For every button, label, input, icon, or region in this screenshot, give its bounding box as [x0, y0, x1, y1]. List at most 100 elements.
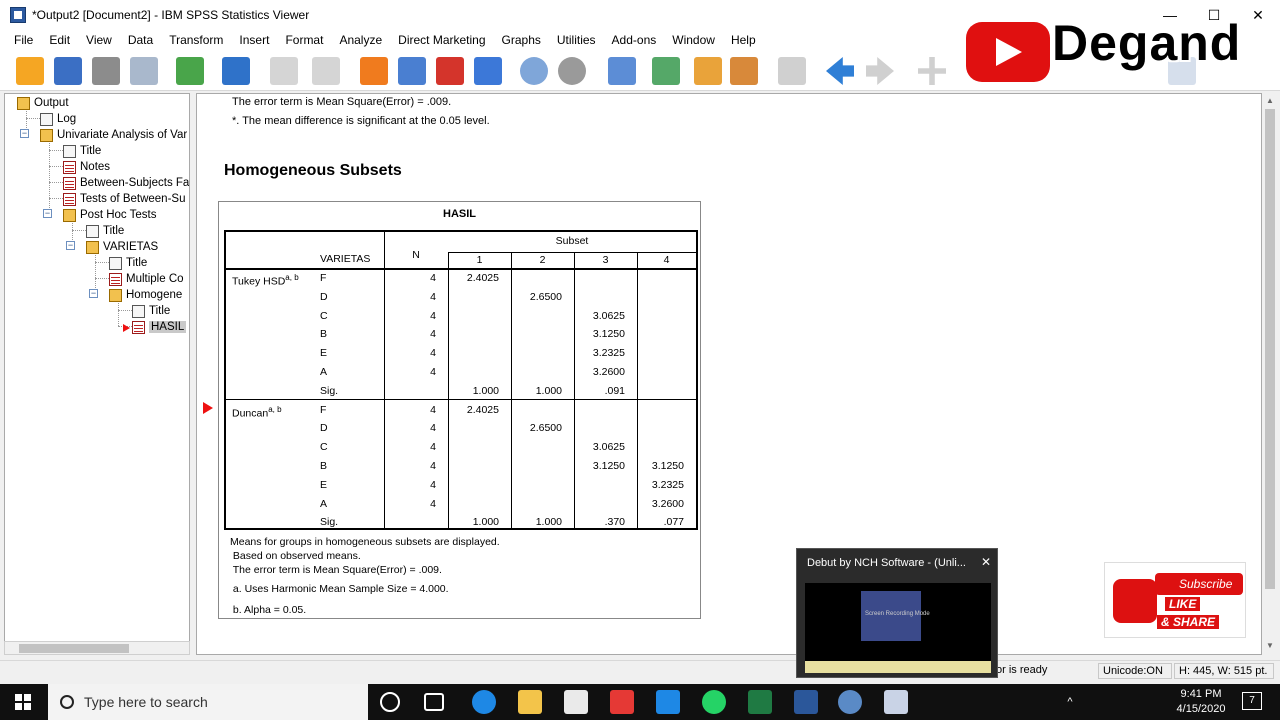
- variables-icon[interactable]: [474, 57, 502, 85]
- export-icon[interactable]: [176, 57, 204, 85]
- outline-node-post-hoc[interactable]: Post Hoc Tests: [63, 207, 157, 223]
- outline-node-title[interactable]: Title: [132, 303, 170, 319]
- preview-thumbnail[interactable]: Screen Recording Mode: [805, 583, 991, 673]
- subset-value: 1.000: [535, 516, 562, 529]
- cortana-icon[interactable]: [380, 692, 400, 712]
- menu-analyze[interactable]: Analyze: [331, 30, 390, 51]
- menu-insert[interactable]: Insert: [231, 30, 277, 51]
- menu-direct-marketing[interactable]: Direct Marketing: [390, 30, 493, 51]
- redo-icon[interactable]: [312, 57, 340, 85]
- print-icon[interactable]: [92, 57, 120, 85]
- spss-taskbar-icon[interactable]: [838, 690, 862, 714]
- value-labels-icon[interactable]: [694, 57, 722, 85]
- network-icon[interactable]: [1106, 684, 1122, 720]
- preview-close-button[interactable]: ✕: [981, 555, 991, 569]
- outline-node-varietas[interactable]: VARIETAS: [86, 239, 158, 255]
- menu-transform[interactable]: Transform: [161, 30, 231, 51]
- debut-taskbar-icon[interactable]: [884, 690, 908, 714]
- subset-value: 1.000: [472, 384, 499, 397]
- pivot-table-hasil[interactable]: HASIL VARIETAS N Subset 1 2 3 4 Tukey HSDa, bF4…: [218, 201, 701, 619]
- menu-window[interactable]: Window: [664, 30, 723, 51]
- subset-value: 1.000: [535, 384, 562, 397]
- notifications-icon[interactable]: 7: [1242, 692, 1262, 710]
- level-label: C: [320, 441, 328, 454]
- debut-taskbar-preview[interactable]: Debut by NCH Software - (Unli... ✕ Scree…: [796, 548, 998, 678]
- outline-node-between-subjects[interactable]: Between-Subjects Fa: [63, 175, 189, 191]
- volume-icon[interactable]: [1128, 684, 1144, 720]
- print-preview-icon[interactable]: [130, 57, 158, 85]
- open-icon[interactable]: [16, 57, 44, 85]
- collapse-toggle[interactable]: −: [66, 241, 75, 250]
- select-cases-icon[interactable]: [558, 57, 586, 85]
- menu-utilities[interactable]: Utilities: [549, 30, 604, 51]
- viewer-vertical-scrollbar[interactable]: ▲ ▼: [1262, 93, 1278, 655]
- group-label: Tukey HSDa, b: [232, 271, 312, 289]
- n-value: 4: [430, 272, 436, 284]
- outline-node-notes[interactable]: Notes: [63, 159, 110, 175]
- outline-node-tests-between[interactable]: Tests of Between-Su: [63, 191, 185, 207]
- undo-icon[interactable]: [270, 57, 298, 85]
- forward-icon[interactable]: [866, 57, 894, 85]
- goto-data-icon[interactable]: [360, 57, 388, 85]
- outline-node-title[interactable]: Title: [86, 223, 124, 239]
- outline-node-title[interactable]: Title: [109, 255, 147, 271]
- menu-view[interactable]: View: [78, 30, 120, 51]
- outline-node-hasil[interactable]: HASIL: [132, 319, 187, 335]
- tray-overflow-icon[interactable]: ^: [1060, 684, 1080, 720]
- save-icon[interactable]: [54, 57, 82, 85]
- outline-node-log[interactable]: Log: [40, 111, 76, 127]
- level-label: E: [320, 478, 328, 491]
- subscribe-label: Subscribe: [1155, 573, 1243, 595]
- store-icon[interactable]: [564, 690, 588, 714]
- gift-icon[interactable]: [610, 690, 634, 714]
- menu-edit[interactable]: Edit: [41, 30, 78, 51]
- weight-icon[interactable]: [608, 57, 636, 85]
- menu-file[interactable]: File: [6, 30, 41, 51]
- start-button[interactable]: [0, 684, 46, 720]
- scroll-thumb[interactable]: [1265, 109, 1275, 589]
- collapse-toggle[interactable]: −: [89, 289, 98, 298]
- outline-pane[interactable]: − − − − Output Log Univariate Analysis o…: [4, 93, 190, 655]
- file-explorer-icon[interactable]: [518, 690, 542, 714]
- collapse-toggle[interactable]: −: [43, 209, 52, 218]
- collapse-toggle[interactable]: −: [20, 129, 29, 138]
- use-sets-icon[interactable]: [730, 57, 758, 85]
- edge-icon[interactable]: [472, 690, 496, 714]
- menu-add-ons[interactable]: Add-ons: [604, 30, 665, 51]
- menu-data[interactable]: Data: [120, 30, 161, 51]
- menu-format[interactable]: Format: [277, 30, 331, 51]
- output-viewer[interactable]: The error term is Mean Square(Error) = .…: [196, 93, 1262, 655]
- n-value: 4: [430, 309, 436, 322]
- outline-node-title[interactable]: Title: [63, 143, 101, 159]
- outline-node-multiple-comparisons[interactable]: Multiple Co: [109, 271, 184, 287]
- outline-node-univariate[interactable]: Univariate Analysis of Var: [40, 127, 187, 143]
- recall-dialog-icon[interactable]: [222, 57, 250, 85]
- battery-icon[interactable]: [1084, 684, 1100, 720]
- script-icon[interactable]: [778, 57, 806, 85]
- pivot-table-title: HASIL: [443, 208, 476, 220]
- taskbar-clock[interactable]: 9:41 PM 4/15/2020: [1166, 687, 1236, 717]
- expand-icon[interactable]: [918, 57, 946, 85]
- excel-icon[interactable]: [748, 690, 772, 714]
- menu-help[interactable]: Help: [723, 30, 764, 51]
- chart-icon[interactable]: [520, 57, 548, 85]
- word-icon[interactable]: [794, 690, 818, 714]
- taskbar-search[interactable]: Type here to search: [48, 684, 368, 720]
- outline-node-output[interactable]: Output: [17, 95, 69, 111]
- task-view-icon[interactable]: [424, 693, 444, 711]
- back-icon[interactable]: [826, 57, 854, 85]
- menu-graphs[interactable]: Graphs: [494, 30, 549, 51]
- scroll-up-icon[interactable]: ▲: [1265, 96, 1275, 106]
- split-file-icon[interactable]: [652, 57, 680, 85]
- goto-case-icon[interactable]: [398, 57, 426, 85]
- insert-output-icon[interactable]: [436, 57, 464, 85]
- outline-horizontal-scrollbar[interactable]: [4, 641, 190, 655]
- whatsapp-icon[interactable]: [702, 690, 726, 714]
- n-value: 4: [430, 328, 436, 341]
- outline-node-homogeneous[interactable]: Homogene: [109, 287, 182, 303]
- level-label: A: [320, 366, 328, 378]
- scroll-thumb[interactable]: [19, 644, 129, 653]
- close-button[interactable]: ✕: [1236, 0, 1280, 30]
- mail-icon[interactable]: [656, 690, 680, 714]
- scroll-down-icon[interactable]: ▼: [1265, 641, 1275, 651]
